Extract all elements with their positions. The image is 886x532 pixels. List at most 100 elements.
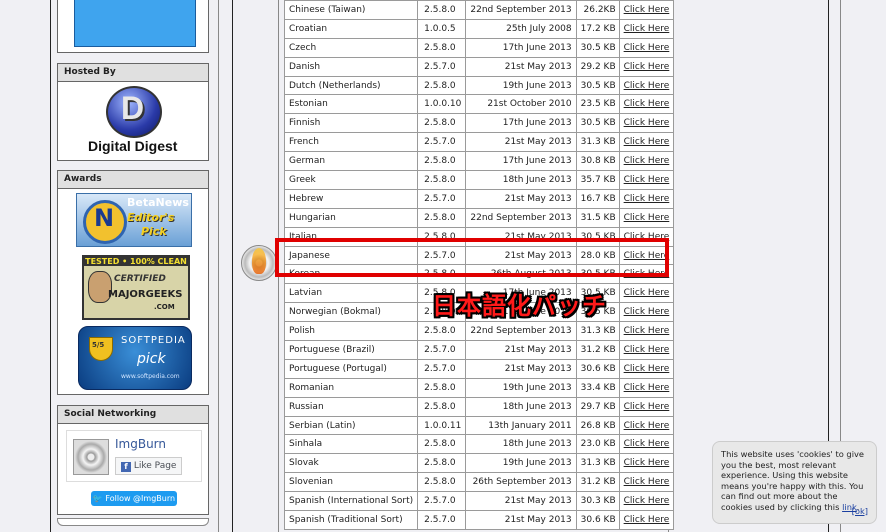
language-size: 16.7 KB [575, 188, 620, 209]
download-link[interactable]: Click Here [624, 5, 670, 15]
download-link[interactable]: Click Here [624, 383, 670, 393]
language-size: 30.5 KB [575, 37, 620, 58]
language-date: 21st May 2013 [465, 358, 577, 379]
language-size: 29.7 KB [575, 396, 620, 417]
sidebar-bottom-edge [57, 518, 209, 526]
language-name: Sinhala [283, 434, 419, 455]
twitter-follow-button[interactable]: 🐦 Follow @ImgBurn [91, 491, 177, 506]
download-link[interactable]: Click Here [624, 43, 670, 53]
softpedia-score: 5/5 [92, 341, 105, 349]
language-date: 21st May 2013 [465, 340, 577, 360]
hosted-by-title: Hosted By [58, 64, 208, 82]
page-border-sidebar-right [218, 0, 219, 532]
download-cell: Click Here [618, 188, 675, 209]
download-link[interactable]: Click Here [624, 137, 670, 147]
download-link[interactable]: Click Here [624, 288, 670, 298]
download-link[interactable]: Click Here [624, 458, 670, 468]
language-date: 26th September 2013 [465, 472, 577, 493]
download-link[interactable]: Click Here [624, 213, 670, 223]
language-name: Portuguese (Brazil) [283, 340, 419, 360]
language-name: Norwegian (Bokmal) [283, 302, 419, 323]
download-cell: Click Here [618, 18, 675, 39]
download-cell: Click Here [618, 37, 675, 58]
imgburn-avatar[interactable] [73, 439, 109, 475]
language-row: Danish 2.5.7.0 21st May 2013 29.2 KB Click H… [283, 56, 675, 77]
sidebar: Hosted By D Digital Digest Awards N Beta… [57, 0, 209, 532]
download-link[interactable]: Click Here [624, 402, 670, 412]
download-link[interactable]: Click Here [624, 99, 670, 109]
language-row: Portuguese (Brazil) 2.5.7.0 21st May 2013 3… [283, 340, 675, 360]
language-date: 22nd September 2013 [465, 207, 577, 228]
language-version: 2.5.8.0 [417, 321, 467, 342]
language-size: 31.3 KB [575, 321, 620, 342]
language-version: 2.5.8.0 [417, 75, 467, 96]
download-link[interactable]: Click Here [624, 62, 670, 72]
download-link[interactable]: Click Here [624, 175, 670, 185]
download-link[interactable]: Click Here [624, 194, 670, 204]
download-cell: Click Here [618, 302, 675, 323]
download-link[interactable]: Click Here [624, 326, 670, 336]
language-date: 19th June 2013 [465, 75, 577, 96]
majorgeeks-badge[interactable]: TESTED • 100% CLEAN CERTIFIED MAJORGEEKS… [82, 255, 190, 320]
language-date: 18th June 2013 [465, 170, 577, 190]
download-link[interactable]: Click Here [624, 24, 670, 34]
language-size: 31.2 KB [575, 340, 620, 360]
language-version: 2.5.7.0 [417, 510, 467, 530]
download-link[interactable]: Click Here [624, 156, 670, 166]
language-row: Polish 2.5.8.0 22nd September 2013 31.3 KB C… [283, 321, 675, 342]
language-row: Greek 2.5.8.0 18th June 2013 35.7 KB Click H… [283, 170, 675, 190]
download-link[interactable]: Click Here [624, 81, 670, 91]
awards-box: Awards N BetaNews Editor's Pick TESTED •… [57, 170, 209, 395]
language-version: 2.5.7.0 [417, 491, 467, 512]
download-link[interactable]: Click Here [624, 477, 670, 487]
language-name: Spanish (Traditional Sort) [283, 510, 419, 530]
cookie-ok-button[interactable]: [ok] [852, 506, 868, 517]
download-link[interactable]: Click Here [624, 364, 670, 374]
softpedia-badge[interactable]: 5/5 SOFTPEDIA pick www.softpedia.com [78, 326, 192, 390]
download-link[interactable]: Click Here [624, 515, 670, 525]
language-date: 17th June 2013 [465, 113, 577, 134]
language-size: 23.0 KB [575, 434, 620, 455]
download-link[interactable]: Click Here [624, 439, 670, 449]
language-size: 30.3 KB [575, 491, 620, 512]
facebook-like-button[interactable]: f Like Page [115, 457, 183, 475]
language-row: Finnish 2.5.8.0 17th June 2013 30.5 KB Click… [283, 113, 675, 134]
download-cell: Click Here [618, 132, 675, 153]
language-version: 2.5.7.0 [417, 132, 467, 153]
betanews-line2: Pick [141, 225, 167, 238]
language-row: German 2.5.8.0 17th June 2013 30.8 KB Click … [283, 151, 675, 172]
language-name: Polish [283, 321, 419, 342]
language-name: Greek [283, 170, 419, 190]
language-version: 2.5.8.0 [417, 0, 467, 20]
language-name: Croatian [283, 18, 419, 39]
language-size: 31.2 KB [575, 472, 620, 493]
language-row: Sinhala 2.5.8.0 18th June 2013 23.0 KB Click… [283, 434, 675, 455]
language-date: 21st May 2013 [465, 188, 577, 209]
top-banner[interactable] [74, 0, 196, 47]
majorgeeks-line3: .COM [154, 303, 175, 311]
betanews-badge[interactable]: N BetaNews Editor's Pick [76, 193, 192, 247]
imgburn-page-name[interactable]: ImgBurn [115, 437, 166, 451]
language-version: 2.5.7.0 [417, 56, 467, 77]
download-cell: Click Here [618, 491, 675, 512]
language-row: Czech 2.5.8.0 17th June 2013 30.5 KB Click H… [283, 37, 675, 58]
follow-label: Follow @ImgBurn [105, 494, 176, 503]
digital-digest-text: Digital Digest [88, 138, 178, 154]
download-cell: Click Here [618, 0, 675, 20]
language-row: Estonian 1.0.0.10 21st October 2010 23.5 KB… [283, 94, 675, 115]
language-size: 30.6 KB [575, 358, 620, 379]
betanews-line1: Editor's [127, 211, 175, 224]
language-size: 29.2 KB [575, 56, 620, 77]
download-link[interactable]: Click Here [624, 421, 670, 431]
language-date: 13th January 2011 [465, 415, 577, 436]
language-version: 2.5.8.0 [417, 170, 467, 190]
digital-digest-logo[interactable]: D Digital Digest [86, 86, 182, 156]
facebook-icon: f [121, 462, 131, 472]
download-link[interactable]: Click Here [624, 345, 670, 355]
download-cell: Click Here [618, 56, 675, 77]
facebook-page-card: ImgBurn f Like Page [66, 430, 202, 482]
download-link[interactable]: Click Here [624, 118, 670, 128]
download-link[interactable]: Click Here [624, 307, 670, 317]
betanews-letter: N [94, 204, 115, 232]
download-link[interactable]: Click Here [624, 496, 670, 506]
